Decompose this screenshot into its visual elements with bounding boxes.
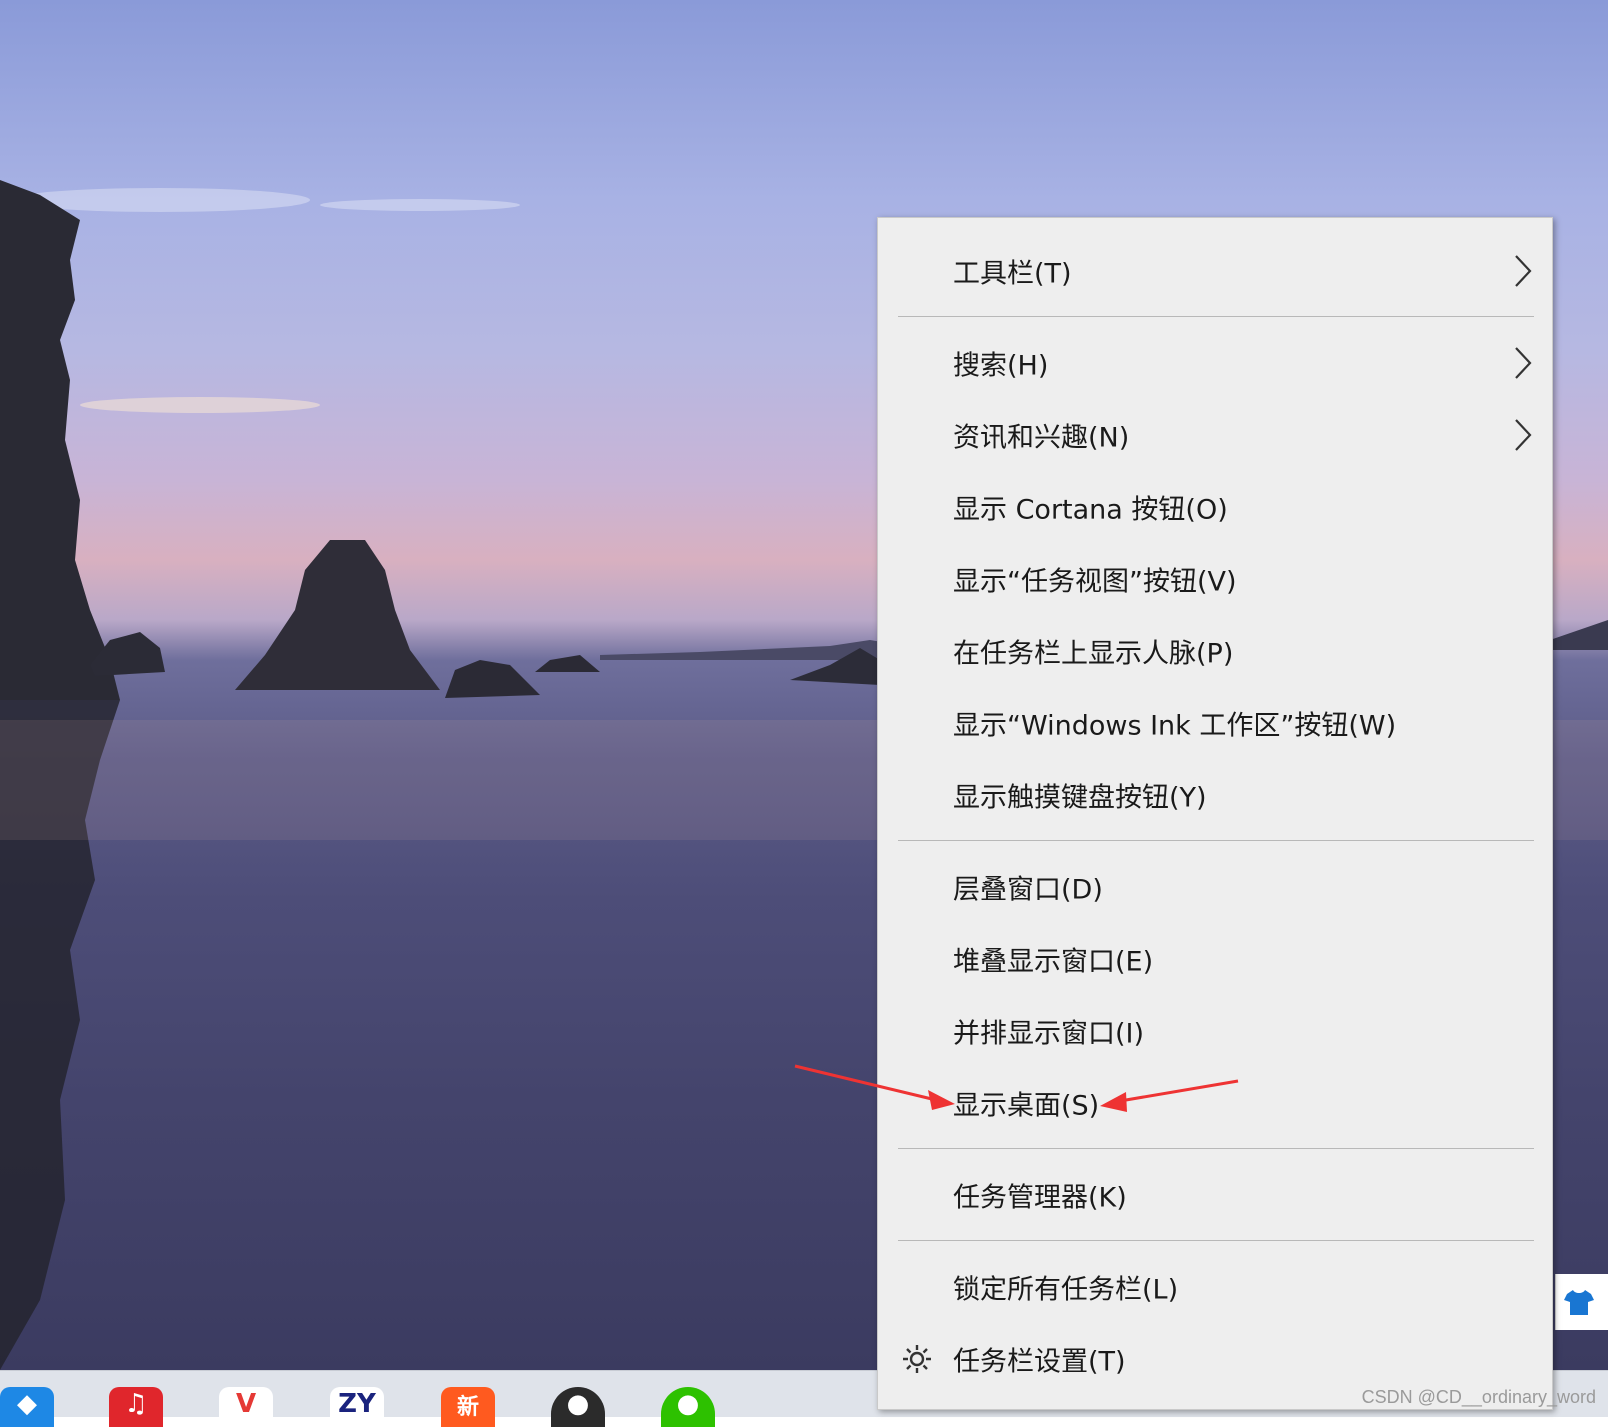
menu-item-label: 显示“任务视图”按钮(V) [953, 566, 1237, 598]
menu-item-task-manager[interactable]: 任务管理器(K) [878, 1159, 1552, 1231]
menu-item-show-task-view[interactable]: 显示“任务视图”按钮(V) [878, 543, 1552, 615]
menu-item-label: 工具栏(T) [953, 258, 1072, 290]
menu-item-label: 显示桌面(S) [953, 1090, 1100, 1122]
app-orange-icon[interactable]: 新 [441, 1387, 495, 1427]
chevron-right-icon [1515, 419, 1532, 451]
taskbar-context-menu: 工具栏(T) 搜索(H) 资讯和兴趣(N) 显示 Cortana 按钮(O) 显… [877, 217, 1553, 1410]
menu-item-label: 堆叠显示窗口(E) [953, 946, 1154, 978]
shirt-icon[interactable] [1564, 1288, 1594, 1316]
menu-item-side-by-side-windows[interactable]: 并排显示窗口(I) [878, 995, 1552, 1067]
menu-item-lock-taskbars[interactable]: 锁定所有任务栏(L) [878, 1251, 1552, 1323]
menu-item-cascade-windows[interactable]: 层叠窗口(D) [878, 851, 1552, 923]
menu-item-label: 显示触摸键盘按钮(Y) [953, 782, 1207, 814]
menu-item-news-interests[interactable]: 资讯和兴趣(N) [878, 399, 1552, 471]
app-red-v-icon[interactable]: V [219, 1387, 273, 1427]
watermark: CSDN @CD__ordinary_word [1361, 1387, 1596, 1407]
menu-item-label: 资讯和兴趣(N) [953, 422, 1130, 454]
menu-item-label: 搜索(H) [953, 350, 1049, 382]
chevron-right-icon [1515, 255, 1532, 287]
menu-item-show-desktop[interactable]: 显示桌面(S) [878, 1067, 1552, 1139]
gear-icon [903, 1345, 931, 1373]
menu-item-label: 在任务栏上显示人脉(P) [953, 638, 1234, 670]
zy-app-icon[interactable]: ZY [330, 1387, 384, 1427]
menu-separator [898, 316, 1534, 317]
menu-item-label: 任务栏设置(T) [953, 1346, 1126, 1378]
menu-item-label: 显示 Cortana 按钮(O) [953, 494, 1228, 526]
menu-item-label: 任务管理器(K) [953, 1182, 1127, 1214]
app-blue-icon[interactable]: ◆ [0, 1387, 54, 1427]
chevron-right-icon [1515, 347, 1532, 379]
menu-item-toolbars[interactable]: 工具栏(T) [878, 235, 1552, 307]
netease-music-icon[interactable]: ♫ [109, 1387, 163, 1427]
menu-item-show-cortana[interactable]: 显示 Cortana 按钮(O) [878, 471, 1552, 543]
menu-item-stack-windows[interactable]: 堆叠显示窗口(E) [878, 923, 1552, 995]
menu-item-label: 显示“Windows Ink 工作区”按钮(W) [953, 710, 1397, 742]
menu-separator [898, 840, 1534, 841]
menu-item-show-touch-keyboard[interactable]: 显示触摸键盘按钮(Y) [878, 759, 1552, 831]
menu-item-label: 并排显示窗口(I) [953, 1018, 1145, 1050]
menu-item-search[interactable]: 搜索(H) [878, 327, 1552, 399]
wechat-icon[interactable]: ● [661, 1387, 715, 1427]
tray-overflow-panel [1555, 1274, 1608, 1330]
menu-item-label: 锁定所有任务栏(L) [953, 1274, 1179, 1306]
menu-item-show-people[interactable]: 在任务栏上显示人脉(P) [878, 615, 1552, 687]
menu-item-show-windows-ink[interactable]: 显示“Windows Ink 工作区”按钮(W) [878, 687, 1552, 759]
menu-separator [898, 1240, 1534, 1241]
menu-item-taskbar-settings[interactable]: 任务栏设置(T) [878, 1323, 1552, 1395]
menu-item-label: 层叠窗口(D) [953, 874, 1103, 906]
menu-separator [898, 1148, 1534, 1149]
avatar-icon[interactable]: ● [551, 1387, 605, 1427]
